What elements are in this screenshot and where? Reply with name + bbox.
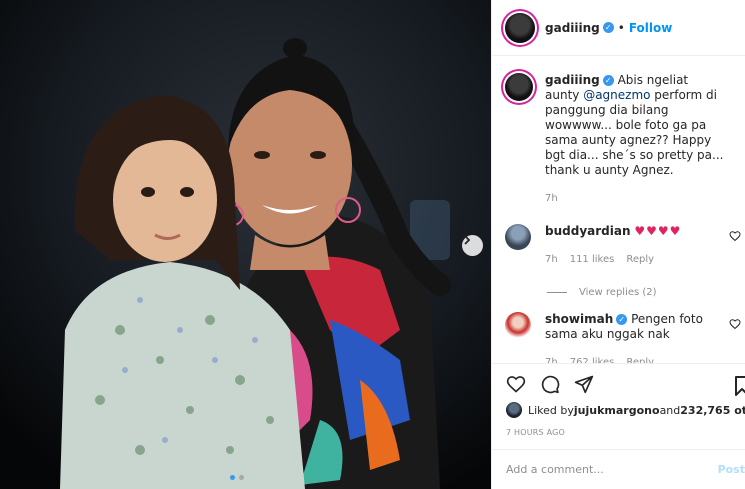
caption-mention[interactable]: @agnezmo [583, 88, 650, 102]
commenter-username[interactable]: buddyardian [545, 224, 631, 238]
commenter-username[interactable]: showimah [545, 312, 613, 326]
post-photo[interactable] [0, 0, 491, 489]
carousel-dots [230, 475, 244, 480]
share-icon[interactable] [574, 374, 594, 394]
comment-text: buddyardian ♥♥♥♥ 7h 111 likes Reply [545, 224, 715, 267]
photo-image [0, 0, 491, 489]
follow-button[interactable]: Follow [629, 21, 673, 35]
carousel-dot-active [230, 475, 235, 480]
reply-button[interactable]: Reply [626, 252, 654, 267]
liked-by-count[interactable]: 232,765 others [680, 404, 745, 417]
author-username[interactable]: gadiiing [545, 21, 600, 35]
post-comment-button[interactable]: Post [718, 463, 745, 476]
replies-divider [547, 292, 567, 293]
liked-by-prefix: Liked by [528, 403, 574, 417]
post-caption: gadiiing ✓ Abis ngeliat aunty @agnezmo pe… [492, 57, 745, 206]
liked-by-and: and [659, 403, 681, 417]
view-replies-button[interactable]: View replies (2) [492, 287, 745, 298]
commenter-avatar[interactable] [505, 224, 531, 250]
caption-text: gadiiing ✓ Abis ngeliat aunty @agnezmo pe… [545, 73, 725, 206]
comment-item: buddyardian ♥♥♥♥ 7h 111 likes Reply [492, 224, 745, 267]
heart-icon[interactable] [729, 318, 741, 330]
caption-time[interactable]: 7h [545, 191, 725, 206]
caption-author-avatar[interactable] [505, 73, 533, 101]
heart-icon[interactable] [506, 374, 526, 394]
verified-badge-icon: ✓ [602, 75, 614, 86]
bookmark-icon[interactable] [735, 376, 745, 396]
carousel-dot [239, 475, 244, 480]
author-avatar[interactable] [505, 12, 535, 43]
post-timestamp[interactable]: 7 HOURS AGO [506, 428, 565, 437]
post-actions [492, 363, 745, 403]
post-header: gadiiing ✓ • Follow [492, 0, 745, 56]
comment-likes[interactable]: 762 likes [570, 355, 615, 363]
comment-item: showimah ✓ Pengen foto sama aku nggak nak… [492, 312, 745, 363]
verified-badge-icon: ✓ [602, 22, 614, 33]
comment-meta: 7h 111 likes Reply [545, 252, 715, 267]
liked-by-user[interactable]: jujukmargono [574, 404, 660, 417]
verified-badge-icon: ✓ [616, 314, 628, 325]
comment-input[interactable] [506, 463, 706, 476]
view-replies-label[interactable]: View replies (2) [579, 287, 657, 298]
commenter-avatar[interactable] [505, 312, 531, 338]
heart-icon[interactable] [729, 230, 741, 242]
comment-meta: 7h 762 likes Reply [545, 355, 715, 363]
comment-time[interactable]: 7h [545, 355, 558, 363]
liker-avatar[interactable] [506, 402, 522, 418]
add-comment-bar: Post [492, 449, 745, 489]
liked-by: Liked by jujukmargono and 232,765 others [506, 402, 745, 418]
header-separator: • [617, 20, 625, 35]
chevron-right-icon [464, 235, 471, 245]
reply-button[interactable]: Reply [626, 355, 654, 363]
comments-section: gadiiing ✓ Abis ngeliat aunty @agnezmo pe… [492, 57, 745, 363]
post-side-panel: gadiiing ✓ • Follow gadiiing ✓ Abis ngeli… [491, 0, 745, 489]
caption-username[interactable]: gadiiing [545, 73, 600, 87]
comment-text: showimah ✓ Pengen foto sama aku nggak nak… [545, 312, 715, 363]
comment-time[interactable]: 7h [545, 252, 558, 267]
next-photo-button[interactable] [462, 235, 483, 256]
comment-likes[interactable]: 111 likes [570, 252, 615, 267]
comment-body: ♥♥♥♥ [634, 224, 682, 238]
comment-icon[interactable] [540, 374, 560, 394]
